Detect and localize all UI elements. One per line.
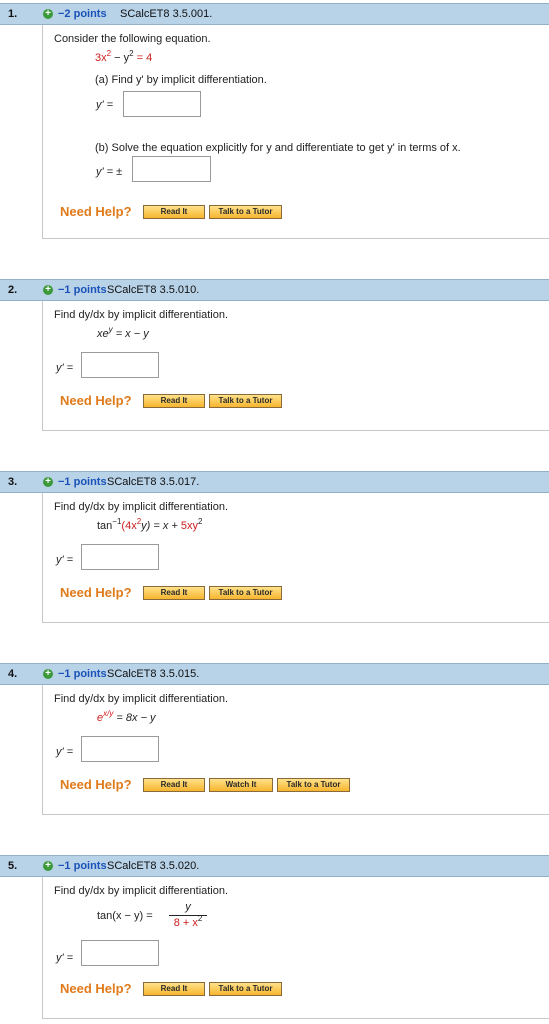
question-3: 3. + −1 points SCalcET8 3.5.017. Find dy… bbox=[0, 471, 549, 623]
read-it-button[interactable]: Read It bbox=[143, 982, 205, 996]
answer-input[interactable] bbox=[81, 736, 159, 762]
read-it-button[interactable]: Read It bbox=[143, 205, 205, 219]
answer-input-b[interactable] bbox=[132, 156, 211, 182]
need-help-label: Need Help? bbox=[60, 204, 132, 219]
equation-lhs: tan(x − y) = bbox=[97, 910, 153, 922]
equation: ex/y = 8x − y bbox=[97, 709, 156, 724]
question-prompt: Find dy/dx by implicit differentiation. bbox=[54, 309, 229, 321]
question-prompt: Consider the following equation. bbox=[54, 33, 211, 45]
points-label: −1 points bbox=[58, 284, 107, 296]
question-header: 1. + −2 points SCalcET8 3.5.001. bbox=[0, 3, 549, 25]
need-help-label: Need Help? bbox=[60, 393, 132, 408]
problem-code: SCalcET8 3.5.015. bbox=[107, 668, 200, 680]
expand-plus-icon[interactable]: + bbox=[43, 285, 53, 295]
expand-plus-icon[interactable]: + bbox=[43, 669, 53, 679]
question-body: Find dy/dx by implicit differentiation. … bbox=[42, 301, 549, 431]
expand-plus-icon[interactable]: + bbox=[43, 861, 53, 871]
question-number: 2. bbox=[8, 284, 18, 296]
answer-input[interactable] bbox=[81, 352, 159, 378]
answer-input[interactable] bbox=[81, 544, 159, 570]
points-label: −2 points bbox=[58, 8, 107, 20]
question-body: Consider the following equation. 3x2 − y… bbox=[42, 25, 549, 239]
read-it-button[interactable]: Read It bbox=[143, 778, 205, 792]
watch-it-button[interactable]: Watch It bbox=[209, 778, 273, 792]
question-body: Find dy/dx by implicit differentiation. … bbox=[42, 685, 549, 815]
answer-label: y' = bbox=[96, 99, 114, 111]
part-b-text: (b) Solve the equation explicitly for y … bbox=[95, 142, 461, 154]
question-number: 3. bbox=[8, 476, 18, 488]
question-prompt: Find dy/dx by implicit differentiation. bbox=[54, 693, 229, 705]
fraction-numerator: y bbox=[185, 901, 191, 913]
expand-plus-icon[interactable]: + bbox=[43, 477, 53, 487]
answer-label: y' = bbox=[56, 554, 74, 566]
answer-label: y' = bbox=[56, 952, 74, 964]
answer-label: y' = bbox=[56, 746, 74, 758]
equation: tan−1(4x2y) = x + 5xy2 bbox=[97, 517, 203, 532]
part-a-text: (a) Find y' by implicit differentiation. bbox=[95, 74, 267, 86]
equation: xey = x − y bbox=[97, 325, 149, 340]
question-2: 2. + −1 points SCalcET8 3.5.010. Find dy… bbox=[0, 279, 549, 431]
answer-input-a[interactable] bbox=[123, 91, 201, 117]
equation: 3x2 − y2 = 4 bbox=[95, 49, 153, 64]
question-5: 5. + −1 points SCalcET8 3.5.020. Find dy… bbox=[0, 855, 549, 1019]
question-prompt: Find dy/dx by implicit differentiation. bbox=[54, 885, 229, 897]
points-label: −1 points bbox=[58, 668, 107, 680]
question-number: 4. bbox=[8, 668, 18, 680]
talk-to-tutor-button[interactable]: Talk to a Tutor bbox=[209, 586, 282, 600]
read-it-button[interactable]: Read It bbox=[143, 394, 205, 408]
question-4: 4. + −1 points SCalcET8 3.5.015. Find dy… bbox=[0, 663, 549, 815]
question-header: 3. + −1 points SCalcET8 3.5.017. bbox=[0, 471, 549, 493]
answer-label: y' = ± bbox=[96, 166, 123, 178]
question-body: Find dy/dx by implicit differentiation. … bbox=[42, 493, 549, 623]
question-header: 2. + −1 points SCalcET8 3.5.010. bbox=[0, 279, 549, 301]
question-1: 1. + −2 points SCalcET8 3.5.001. Conside… bbox=[0, 3, 549, 239]
problem-code: SCalcET8 3.5.010. bbox=[107, 284, 200, 296]
talk-to-tutor-button[interactable]: Talk to a Tutor bbox=[209, 205, 282, 219]
expand-plus-icon[interactable]: + bbox=[43, 9, 53, 19]
points-label: −1 points bbox=[58, 476, 107, 488]
talk-to-tutor-button[interactable]: Talk to a Tutor bbox=[209, 394, 282, 408]
read-it-button[interactable]: Read It bbox=[143, 586, 205, 600]
need-help-label: Need Help? bbox=[60, 981, 132, 996]
answer-label: y' = bbox=[56, 362, 74, 374]
question-header: 4. + −1 points SCalcET8 3.5.015. bbox=[0, 663, 549, 685]
need-help-label: Need Help? bbox=[60, 585, 132, 600]
question-number: 1. bbox=[8, 8, 18, 20]
fraction-denominator: 8 + x2 bbox=[173, 914, 203, 929]
talk-to-tutor-button[interactable]: Talk to a Tutor bbox=[209, 982, 282, 996]
problem-code: SCalcET8 3.5.001. bbox=[120, 8, 213, 20]
problem-code: SCalcET8 3.5.017. bbox=[107, 476, 200, 488]
problem-code: SCalcET8 3.5.020. bbox=[107, 860, 200, 872]
question-body: Find dy/dx by implicit differentiation. … bbox=[42, 877, 549, 1019]
need-help-label: Need Help? bbox=[60, 777, 132, 792]
talk-to-tutor-button[interactable]: Talk to a Tutor bbox=[277, 778, 350, 792]
question-number: 5. bbox=[8, 860, 18, 872]
question-header: 5. + −1 points SCalcET8 3.5.020. bbox=[0, 855, 549, 877]
points-label: −1 points bbox=[58, 860, 107, 872]
answer-input[interactable] bbox=[81, 940, 159, 966]
question-prompt: Find dy/dx by implicit differentiation. bbox=[54, 501, 229, 513]
